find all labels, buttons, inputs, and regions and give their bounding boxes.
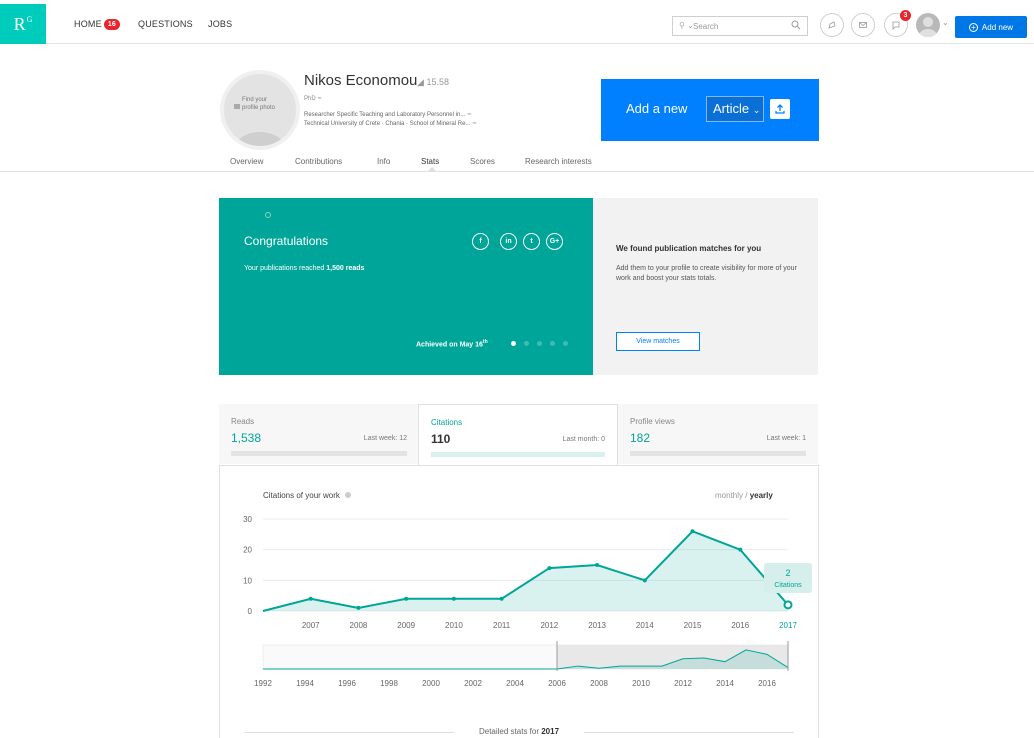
data-point [642, 578, 647, 583]
tooltip-label: Citations [774, 582, 802, 589]
overview-tick-label: 1992 [254, 679, 272, 688]
x-tick-label: 2008 [350, 621, 368, 630]
data-point [595, 563, 600, 567]
data-point [547, 566, 552, 571]
data-point [690, 529, 695, 534]
data-point [738, 547, 743, 552]
y-tick-label: 30 [243, 515, 252, 524]
overview-tick-label: 2000 [422, 679, 440, 688]
overview-tick-label: 1994 [296, 679, 314, 688]
data-point [404, 596, 409, 601]
data-point [783, 600, 793, 610]
x-tick-label: 2010 [445, 621, 463, 630]
data-point [451, 596, 456, 601]
overview-tick-label: 2002 [464, 679, 482, 688]
x-tick-label: 2013 [588, 621, 606, 630]
y-tick-label: 0 [248, 607, 253, 616]
x-tick-label: 2007 [302, 621, 320, 630]
citations-chart: 0 10 20 30 2007 2008 2009 2010 2011 2012 2013 2014 2… [243, 515, 812, 688]
series-area [263, 531, 788, 611]
tooltip-value: 2 [785, 568, 790, 578]
detailed-stats-heading: Detailed stats for 2017 [244, 727, 794, 736]
overview-tick-label: 2004 [506, 679, 524, 688]
x-tick-label: 2011 [493, 621, 511, 630]
x-tick-label: 2015 [684, 621, 702, 630]
overview-tick-label: 1998 [380, 679, 398, 688]
data-point [356, 605, 361, 610]
overview-tick-label: 2006 [548, 679, 566, 688]
overview-tick-label: 2014 [716, 679, 734, 688]
y-tick-label: 20 [243, 546, 252, 555]
data-point [308, 596, 313, 601]
overview-tick-label: 2016 [758, 679, 776, 688]
x-tick-label: 2014 [636, 621, 654, 630]
data-point [499, 596, 504, 601]
x-tick-label: 2017 [779, 621, 797, 630]
x-tick-label: 2016 [731, 621, 749, 630]
x-tick-label: 2009 [397, 621, 415, 630]
y-tick-label: 10 [243, 576, 252, 585]
overview-tick-label: 1996 [338, 679, 356, 688]
overview-tick-label: 2008 [590, 679, 608, 688]
overview-tick-label: 2012 [674, 679, 692, 688]
overview-tick-label: 2010 [632, 679, 650, 688]
x-tick-label: 2012 [540, 621, 558, 630]
